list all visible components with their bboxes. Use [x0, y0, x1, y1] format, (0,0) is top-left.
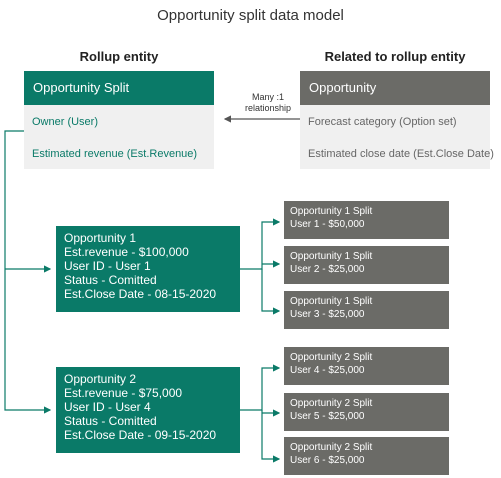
opportunity-2-user: User ID - User 4	[64, 400, 151, 414]
opportunity-1-split-3: Opportunity 1 Split User 3 - $25,000	[284, 291, 449, 329]
relationship-label-line2: relationship	[244, 103, 292, 113]
opportunity-2-split-1: Opportunity 2 Split User 4 - $25,000	[284, 347, 449, 385]
diagram-title: Opportunity split data model	[157, 7, 344, 24]
opportunity-1-revenue: Est.revenue - $100,000	[64, 245, 189, 259]
split-title: Opportunity 1 Split	[290, 206, 373, 217]
forecast-category-field: Forecast category (Option set)	[308, 116, 457, 128]
split-title: Opportunity 2 Split	[290, 398, 373, 409]
estimated-close-date-field: Estimated close date (Est.Close Date)	[308, 148, 494, 160]
estimated-revenue-field: Estimated revenue (Est.Revenue)	[32, 148, 198, 160]
related-entity-fields: Forecast category (Option set) Estimated…	[300, 105, 494, 169]
opportunity-2-close-date: Est.Close Date - 09-15-2020	[64, 428, 217, 442]
split-title: Opportunity 2 Split	[290, 442, 373, 453]
opportunity-2-split-2: Opportunity 2 Split User 5 - $25,000	[284, 393, 449, 431]
split-title: Opportunity 1 Split	[290, 296, 373, 307]
related-entity-header: Opportunity	[300, 71, 490, 105]
split-detail: User 5 - $25,000	[290, 411, 365, 422]
opp2-split-line-1	[240, 364, 281, 411]
relationship-label: Many :1 relationship	[236, 92, 300, 114]
rollup-entity-fields: Owner (User) Estimated revenue (Est.Reve…	[24, 105, 214, 169]
split-detail: User 3 - $25,000	[290, 309, 365, 320]
owner-connector	[4, 130, 52, 414]
opportunity-2-box: Opportunity 2 Est.revenue - $75,000 User…	[56, 367, 240, 453]
split-detail: User 2 - $25,000	[290, 264, 365, 275]
opportunity-1-split-1: Opportunity 1 Split User 1 - $50,000	[284, 201, 449, 239]
opportunity-1-name: Opportunity 1	[64, 231, 137, 245]
split-title: Opportunity 2 Split	[290, 352, 373, 363]
opportunity-2-status: Status - Comitted	[64, 414, 157, 428]
relationship-label-line1: Many :1	[251, 92, 284, 102]
opportunity-1-status: Status - Comitted	[64, 273, 157, 287]
opportunity-1-split-2: Opportunity 1 Split User 2 - $25,000	[284, 246, 449, 284]
split-detail: User 6 - $25,000	[290, 455, 365, 466]
rollup-entity-heading: Rollup entity	[79, 49, 159, 64]
opp1-split-line-3	[261, 269, 281, 315]
opportunity-2-name: Opportunity 2	[64, 372, 137, 386]
opp2-split-line-3	[261, 410, 281, 463]
owner-field: Owner (User)	[32, 116, 99, 128]
opportunity-1-close-date: Est.Close Date - 08-15-2020	[64, 287, 217, 301]
opp1-split-line-1	[240, 218, 281, 270]
opportunity-1-user: User ID - User 1	[64, 259, 151, 273]
split-detail: User 1 - $50,000	[290, 219, 365, 230]
opportunity-2-revenue: Est.revenue - $75,000	[64, 386, 183, 400]
opportunity-1-box: Opportunity 1 Est.revenue - $100,000 Use…	[56, 226, 240, 312]
split-title: Opportunity 1 Split	[290, 251, 373, 262]
rollup-entity-header: Opportunity Split	[24, 71, 214, 105]
related-entity-heading: Related to rollup entity	[324, 49, 466, 64]
opportunity-2-split-3: Opportunity 2 Split User 6 - $25,000	[284, 437, 449, 475]
split-detail: User 4 - $25,000	[290, 365, 365, 376]
